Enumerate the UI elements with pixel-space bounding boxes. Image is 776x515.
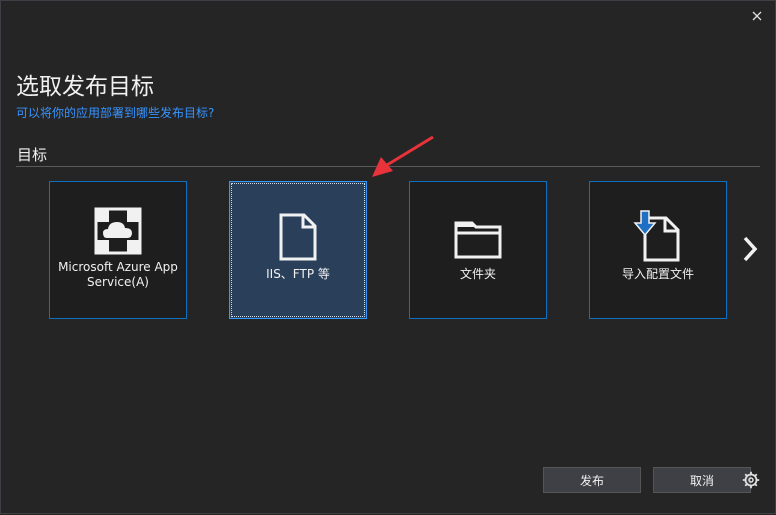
- tile-import-profile[interactable]: 导入配置文件: [589, 181, 727, 319]
- tile-iis-ftp-label: IIS、FTP 等: [266, 267, 330, 281]
- dialog-subtitle: 可以将你的应用部署到哪些发布目标?: [16, 106, 215, 120]
- settings-button[interactable]: [740, 469, 762, 491]
- publish-dialog: 选取发布目标 可以将你的应用部署到哪些发布目标? 目标 Microsoft Az…: [0, 0, 776, 514]
- tile-folder-label: 文件夹: [459, 267, 496, 281]
- tile-azure-app-service[interactable]: Microsoft Azure App Service(A): [49, 181, 187, 319]
- tile-folder[interactable]: 文件夹: [409, 181, 547, 319]
- chevron-right-icon: [743, 236, 758, 262]
- azure-app-service-icon: [94, 207, 142, 255]
- gear-icon: [742, 471, 760, 489]
- publish-button[interactable]: 发布: [543, 467, 641, 493]
- tile-iis-ftp[interactable]: IIS、FTP 等: [229, 181, 367, 319]
- close-icon: [752, 11, 762, 21]
- section-divider: [16, 166, 760, 167]
- next-targets-button[interactable]: [737, 233, 763, 265]
- section-label-targets: 目标: [17, 146, 48, 164]
- folder-icon: [454, 221, 502, 259]
- tile-import-profile-label: 导入配置文件: [621, 267, 694, 281]
- document-icon: [279, 213, 317, 261]
- dialog-title: 选取发布目标: [16, 74, 154, 100]
- import-profile-icon: [633, 210, 680, 262]
- cancel-button[interactable]: 取消: [653, 467, 751, 493]
- tile-azure-label-line1: Microsoft Azure App: [58, 260, 178, 274]
- tile-azure-label-line2: Service(A): [87, 275, 149, 289]
- close-button[interactable]: [747, 6, 767, 26]
